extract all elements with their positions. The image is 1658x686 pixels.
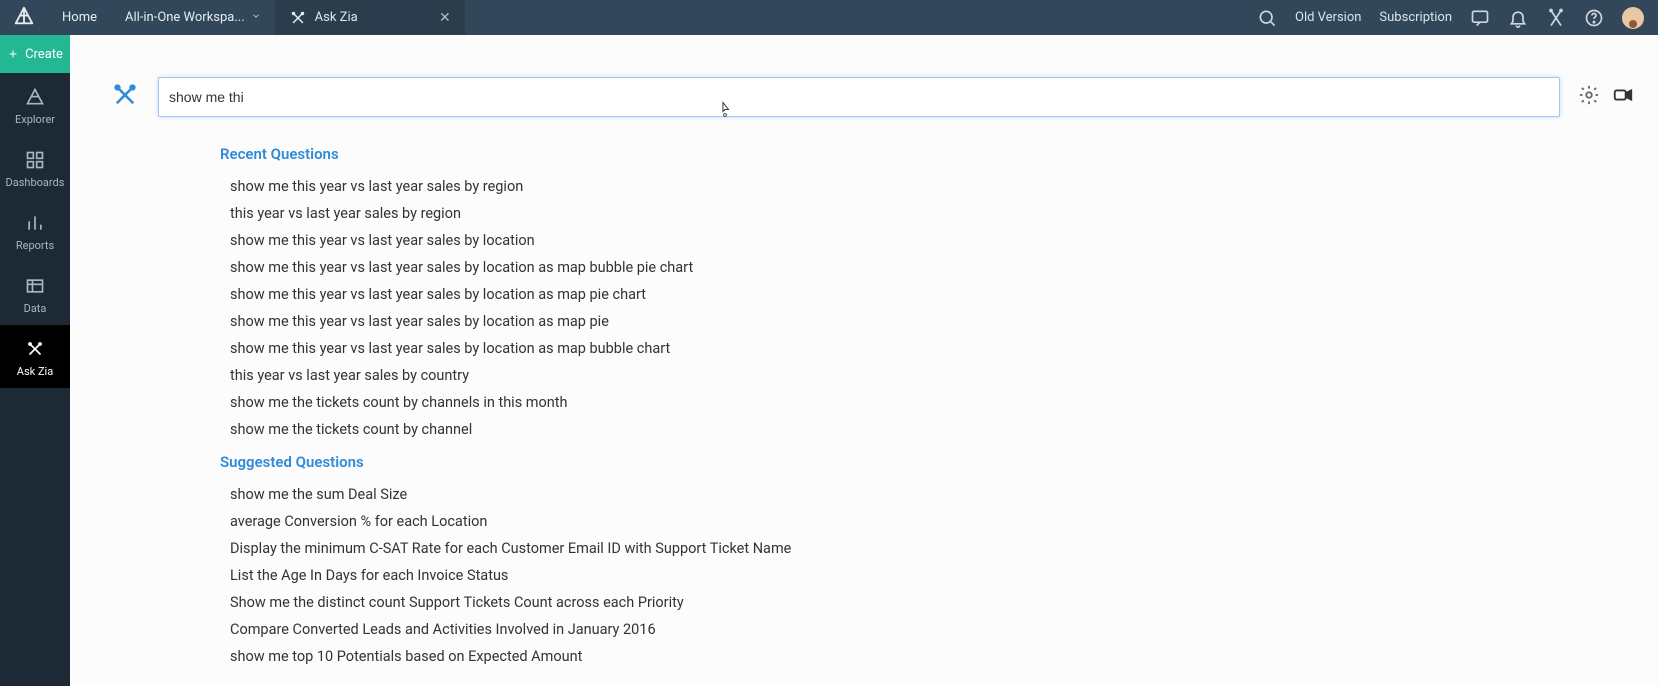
recent-question-item[interactable]: show me this year vs last year sales by … [220, 173, 1634, 200]
recent-question-item[interactable]: this year vs last year sales by country [220, 362, 1634, 389]
app-logo[interactable] [0, 0, 48, 35]
sidebar-item-explorer[interactable]: Explorer [0, 73, 70, 136]
sidebar-item-label: Data [24, 302, 47, 315]
chat-icon[interactable] [1470, 8, 1490, 28]
recent-question-item[interactable]: show me the tickets count by channels in… [220, 389, 1634, 416]
recent-question-item[interactable]: this year vs last year sales by region [220, 200, 1634, 227]
tools-icon[interactable] [1546, 8, 1566, 28]
recent-question-item[interactable]: show me the tickets count by channel [220, 416, 1634, 443]
link-old-version[interactable]: Old Version [1295, 10, 1361, 25]
avatar[interactable] [1622, 7, 1644, 29]
suggested-question-item[interactable]: show me the sum Deal Size [220, 481, 1634, 508]
zia-logo-icon [110, 80, 140, 114]
suggested-question-item[interactable]: Compare Converted Leads and Activities I… [220, 616, 1634, 643]
ask-zia-input[interactable] [169, 89, 1549, 105]
suggested-question-item[interactable]: List the Age In Days for each Invoice St… [220, 562, 1634, 589]
sidebar-item-dashboards[interactable]: Dashboards [0, 136, 70, 199]
topbar: Home All-in-One Workspa... Ask Zia ✕ Old… [0, 0, 1658, 35]
recent-question-item[interactable]: show me this year vs last year sales by … [220, 335, 1634, 362]
suggested-question-item[interactable]: Show me the distinct count Support Ticke… [220, 589, 1634, 616]
gear-icon[interactable] [1578, 84, 1600, 110]
link-subscription[interactable]: Subscription [1379, 10, 1452, 25]
tab-ask-zia[interactable]: Ask Zia ✕ [275, 0, 465, 35]
create-button[interactable]: Create [0, 35, 70, 73]
suggested-questions-list: show me the sum Deal Sizeaverage Convers… [220, 481, 1634, 670]
suggested-questions-title[interactable]: Suggested Questions [220, 453, 1634, 471]
help-icon[interactable] [1584, 8, 1604, 28]
nav-home[interactable]: Home [48, 0, 111, 35]
questions-panel: Recent Questions show me this year vs la… [220, 145, 1634, 670]
close-icon[interactable]: ✕ [439, 11, 451, 25]
tab-label: Ask Zia [315, 10, 358, 25]
recent-questions-title[interactable]: Recent Questions [220, 145, 1634, 163]
nav-home-label: Home [62, 10, 97, 25]
chevron-down-icon [251, 10, 261, 25]
create-label: Create [25, 47, 63, 62]
zia-icon [289, 9, 307, 27]
recent-question-item[interactable]: show me this year vs last year sales by … [220, 227, 1634, 254]
suggested-question-item[interactable]: show me top 10 Potentials based on Expec… [220, 643, 1634, 670]
leftrail: Create Explorer Dashboards Reports Data … [0, 35, 70, 686]
suggested-question-item[interactable]: Display the minimum C-SAT Rate for each … [220, 535, 1634, 562]
workspace-dropdown[interactable]: All-in-One Workspa... [111, 0, 275, 35]
sidebar-item-label: Dashboards [6, 176, 65, 189]
sidebar-item-data[interactable]: Data [0, 262, 70, 325]
sidebar-item-reports[interactable]: Reports [0, 199, 70, 262]
logo-icon [13, 5, 35, 31]
ask-zia-tools [1578, 84, 1634, 110]
topbar-right: Old Version Subscription [1257, 0, 1658, 35]
ask-input-wrap[interactable] [158, 77, 1560, 117]
sidebar-item-label: Explorer [15, 113, 55, 126]
sidebar-item-ask-zia[interactable]: Ask Zia [0, 325, 70, 388]
avatar-head [1629, 20, 1637, 28]
ask-zia-row [110, 77, 1634, 117]
recent-question-item[interactable]: show me this year vs last year sales by … [220, 308, 1634, 335]
sidebar-item-label: Reports [16, 239, 54, 252]
recent-question-item[interactable]: show me this year vs last year sales by … [220, 281, 1634, 308]
bell-icon[interactable] [1508, 8, 1528, 28]
main: Recent Questions show me this year vs la… [70, 35, 1658, 686]
sidebar-item-label: Ask Zia [17, 365, 53, 378]
recent-questions-list: show me this year vs last year sales by … [220, 173, 1634, 443]
search-icon[interactable] [1257, 8, 1277, 28]
recent-question-item[interactable]: show me this year vs last year sales by … [220, 254, 1634, 281]
workspace-label: All-in-One Workspa... [125, 10, 245, 25]
video-icon[interactable] [1612, 84, 1634, 110]
suggested-question-item[interactable]: average Conversion % for each Location [220, 508, 1634, 535]
